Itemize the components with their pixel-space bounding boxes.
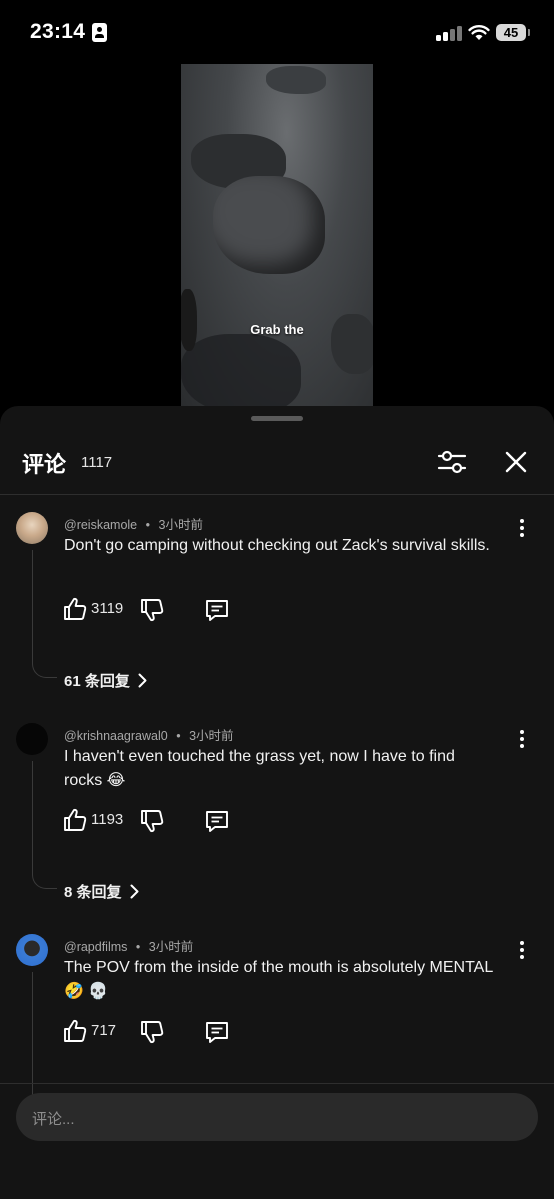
filter-icon[interactable] — [436, 446, 468, 478]
comment-time: 3小时前 — [158, 518, 203, 532]
reply-icon[interactable] — [204, 597, 230, 623]
comment-text: Don't go camping without checking out Za… — [64, 537, 490, 554]
thread-line — [32, 761, 57, 889]
meta-separator: • — [145, 518, 151, 532]
chevron-right-icon — [130, 884, 139, 899]
drag-handle[interactable] — [251, 416, 303, 421]
avatar[interactable] — [16, 723, 48, 755]
comment-text: The POV from the inside of the mouth is … — [64, 959, 493, 1000]
video-caption: Grab the — [250, 322, 304, 337]
comment-author[interactable]: @krishnaagrawal0 — [64, 729, 168, 743]
reply-icon[interactable] — [204, 1019, 230, 1045]
rock-shape — [266, 66, 326, 94]
thread-line — [32, 550, 57, 678]
status-bar: 23:14 45 — [0, 0, 554, 64]
battery-indicator: 45 — [496, 24, 526, 41]
reply-icon[interactable] — [204, 808, 230, 834]
like-count: 717 — [91, 1022, 117, 1039]
replies-label: 8 条回复 — [64, 884, 122, 901]
comment-item: @reiskamole • 3小时前 Don't go camping with… — [0, 512, 554, 702]
meta-separator: • — [135, 940, 141, 954]
comment-item: @rapdfilms • 3小时前 The POV from the insid… — [0, 934, 554, 1132]
comment-author[interactable]: @rapdfilms — [64, 940, 127, 954]
more-options-icon[interactable] — [512, 516, 532, 540]
header-divider — [0, 494, 554, 495]
close-icon[interactable] — [500, 446, 532, 478]
thumbs-up-icon[interactable] — [62, 807, 88, 833]
comment-meta: @krishnaagrawal0 • 3小时前 — [64, 725, 234, 744]
thumbs-down-icon[interactable] — [139, 1019, 165, 1045]
comment-text: I haven't even touched the grass yet, no… — [64, 748, 455, 789]
rock-shape — [213, 176, 325, 274]
comment-time: 3小时前 — [189, 729, 234, 743]
video-player[interactable]: Grab the — [181, 64, 373, 406]
thumbs-up-icon[interactable] — [62, 1018, 88, 1044]
comment-meta: @reiskamole • 3小时前 — [64, 514, 203, 533]
comments-count: 1117 — [81, 454, 113, 471]
thumbs-down-icon[interactable] — [139, 597, 165, 623]
avatar[interactable] — [16, 512, 48, 544]
avatar[interactable] — [16, 934, 48, 966]
comment-time: 3小时前 — [148, 940, 194, 954]
more-options-icon[interactable] — [512, 938, 532, 962]
comment-input[interactable]: 评论... — [16, 1093, 538, 1141]
shoe-shape — [181, 289, 197, 351]
view-replies-button[interactable]: 8 条回复 — [64, 881, 139, 902]
like-count: 3119 — [91, 600, 124, 617]
cellular-signal-icon — [436, 25, 462, 41]
comments-title: 评论 — [22, 452, 67, 477]
more-options-icon[interactable] — [512, 727, 532, 751]
input-divider — [0, 1083, 554, 1084]
meta-separator: • — [176, 729, 181, 743]
thumbs-up-icon[interactable] — [62, 596, 88, 622]
battery-tip — [528, 29, 530, 36]
status-time: 23:14 — [30, 20, 86, 43]
contact-card-icon — [92, 23, 107, 42]
comments-sheet: 评论 1117 @reiskamole • 3小时前 Don't go camp… — [0, 406, 554, 1199]
comment-meta: @rapdfilms • 3小时前 — [64, 936, 193, 955]
comment-author[interactable]: @reiskamole — [64, 518, 137, 532]
comment-input-placeholder: 评论... — [32, 1111, 75, 1128]
view-replies-button[interactable]: 61 条回复 — [64, 670, 147, 691]
like-count: 1193 — [91, 811, 124, 828]
replies-label: 61 条回复 — [64, 673, 130, 690]
comment-item: @krishnaagrawal0 • 3小时前 I haven't even t… — [0, 723, 554, 913]
wifi-icon — [468, 25, 490, 40]
chevron-right-icon — [138, 673, 147, 688]
shadow-shape — [181, 334, 301, 406]
thumbs-down-icon[interactable] — [139, 808, 165, 834]
